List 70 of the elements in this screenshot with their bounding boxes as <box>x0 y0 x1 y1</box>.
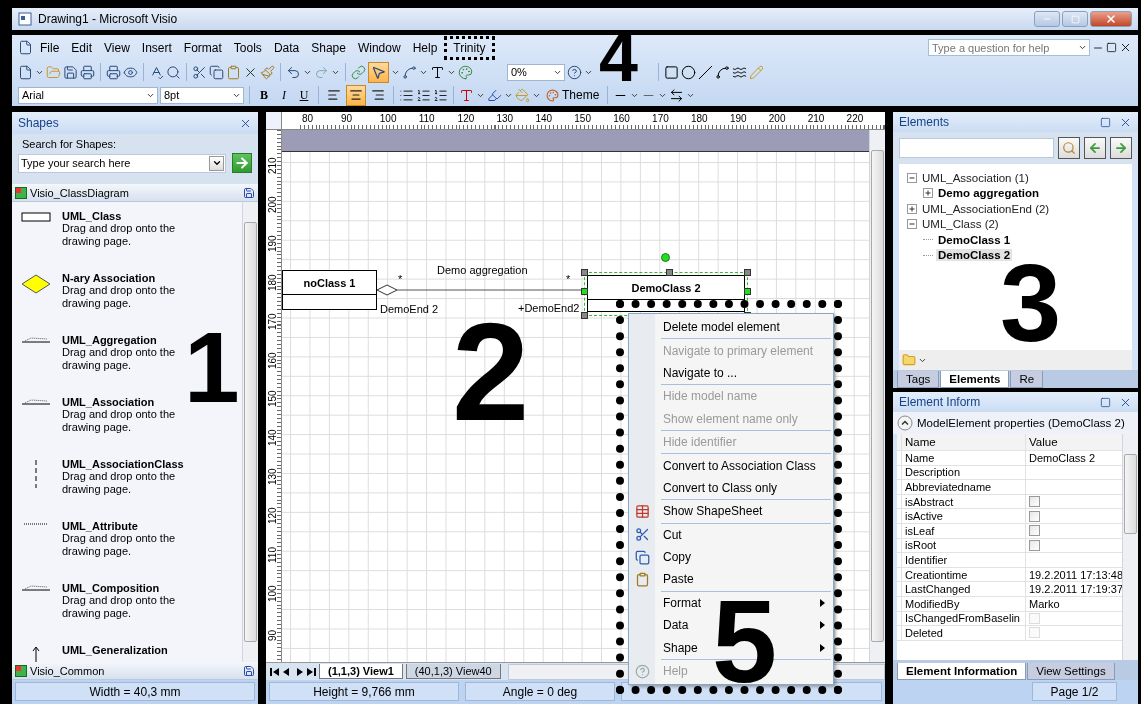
role-label: DemoEnd 2 <box>380 303 439 315</box>
search-label: Search for Shapes: <box>21 138 118 150</box>
ruler-label: 80 <box>302 113 314 124</box>
property-name: isActive <box>901 509 1025 523</box>
ruler-label: 210 <box>267 157 278 174</box>
ruler-label: 130 <box>267 468 278 486</box>
property-name: Description <box>901 465 1025 480</box>
column-header: Name <box>901 434 1025 450</box>
ruler-label: 110 <box>418 113 435 124</box>
shape-description: Drag and drop onto the drawing page. <box>62 284 177 310</box>
ruler-label: 120 <box>457 113 475 124</box>
status-field: Angle = 0 deg <box>465 682 615 701</box>
shape-description: Drag and drop onto the drawing page. <box>62 594 177 620</box>
status-field: Width = 40,3 mm <box>15 682 255 701</box>
shape-description: Drag and drop onto the drawing page. <box>62 408 177 434</box>
ruler-label: 210 <box>807 113 825 124</box>
property-name: isAbstract <box>901 494 1025 509</box>
section-title: ModelElement properties (DemoClass 2) <box>917 417 1125 429</box>
panel-title: Elements <box>899 115 950 129</box>
callout-number: 4 <box>599 30 638 83</box>
ruler-label: 200 <box>768 113 786 124</box>
ruler-label: 220 <box>846 113 864 124</box>
window-title: Drawing1 - Microsoft Visio <box>38 12 178 26</box>
multiplicity-label: * <box>566 273 571 285</box>
property-name: Abbreviatedname <box>901 480 1025 494</box>
property-name: ModifiedBy <box>901 596 1025 611</box>
ruler-label: 100 <box>379 113 397 124</box>
property-name: LastChanged <box>901 582 1025 596</box>
status-field: Height = 9,766 mm <box>269 682 459 701</box>
shape-description: Drag and drop onto the drawing page. <box>62 222 177 248</box>
ruler-label: 140 <box>267 429 278 447</box>
page-indicator: Page 1/2 <box>1032 682 1117 701</box>
ruler-label: 170 <box>652 113 669 124</box>
shape-description: Drag and drop onto the drawing page. <box>62 532 177 558</box>
ruler-label: 170 <box>267 312 278 330</box>
ruler-label: 180 <box>267 274 278 291</box>
callout-number: 5 <box>712 598 778 686</box>
property-name: isRoot <box>901 538 1025 553</box>
class-name: noClass 1 <box>283 271 376 295</box>
ruler-label: 130 <box>496 113 514 124</box>
callout-number: 2 <box>452 320 530 425</box>
ruler-label: 140 <box>535 113 553 124</box>
property-name: isLeaf <box>901 523 1025 538</box>
ruler-label: 90 <box>267 629 278 641</box>
ruler-label: 160 <box>267 351 278 369</box>
ruler-label: 100 <box>267 585 278 602</box>
shape-description: Drag and drop onto the drawing page. <box>62 470 177 496</box>
ruler-label: 160 <box>613 113 630 124</box>
callout-number: 3 <box>1000 262 1062 345</box>
role-label: +DemoEnd2 <box>518 302 580 314</box>
panel-title: Element Inform <box>899 395 981 409</box>
association-label: Demo aggregation <box>437 264 528 276</box>
ruler-label: 110 <box>267 547 278 563</box>
ruler-label: 180 <box>691 113 708 124</box>
shape-description: Drag and drop onto the drawing page. <box>62 346 177 372</box>
ruler-label: 200 <box>267 196 278 213</box>
property-name: Creationtime <box>901 567 1025 582</box>
property-name: Deleted <box>901 626 1025 640</box>
ruler-label: 190 <box>729 113 747 124</box>
ruler-label: 150 <box>574 113 591 124</box>
ruler-label: 150 <box>267 390 278 408</box>
property-name: Name <box>901 451 1025 465</box>
callout-number: 1 <box>184 330 240 405</box>
panel-title: Shapes <box>18 116 59 130</box>
ruler-label: 190 <box>267 235 278 252</box>
ruler-label: 90 <box>340 113 352 124</box>
property-name: Identifier <box>901 553 1025 567</box>
multiplicity-label: * <box>398 273 403 285</box>
ruler-label: 120 <box>267 507 278 525</box>
property-name: IsChangedFromBaselin <box>901 611 1025 626</box>
